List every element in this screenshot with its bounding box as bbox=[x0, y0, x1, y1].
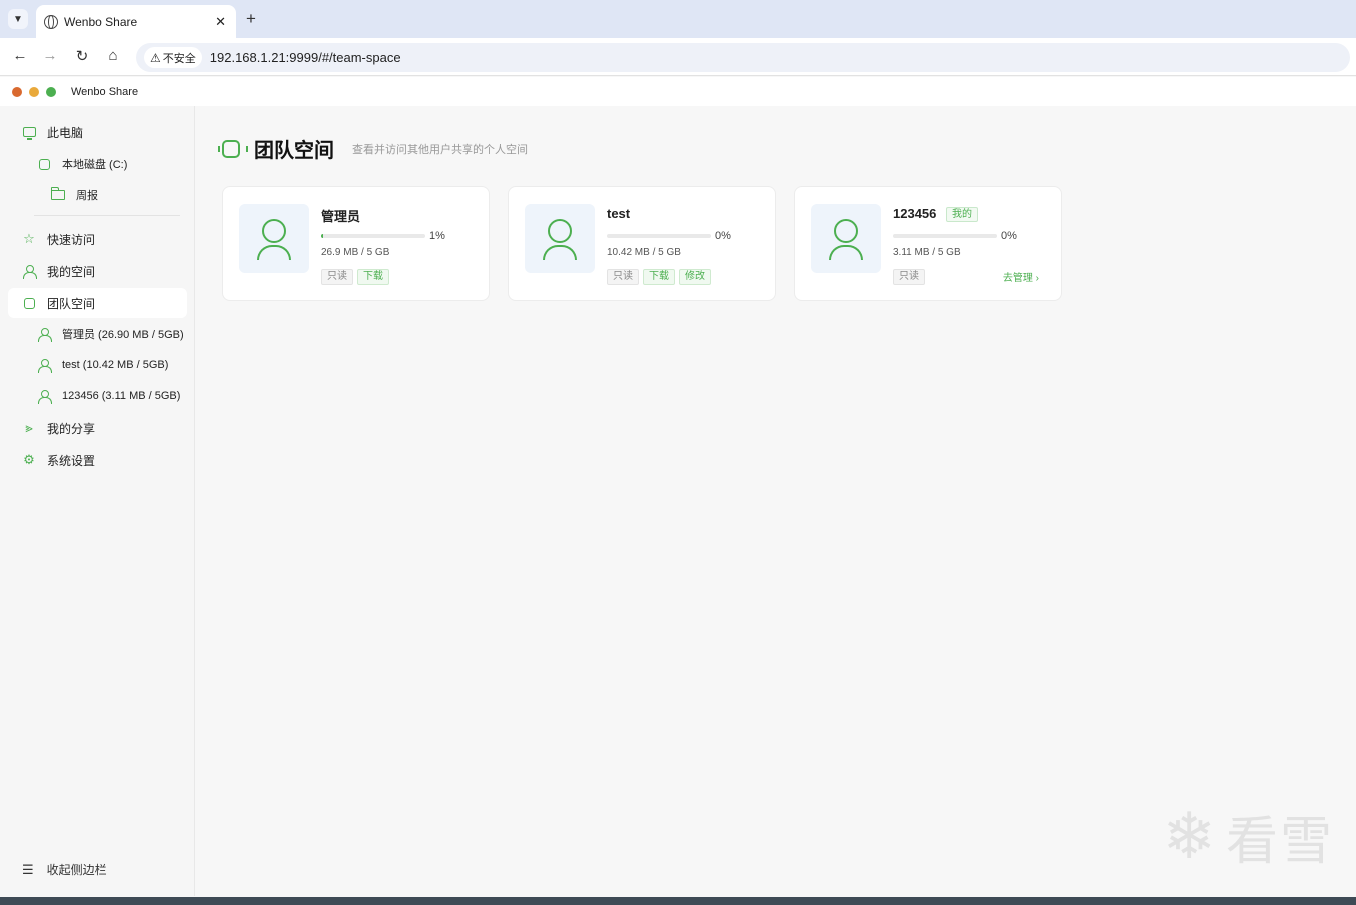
url-text[interactable]: 192.168.1.21:9999/#/team-space bbox=[210, 50, 401, 65]
insecure-label: 不安全 bbox=[162, 52, 196, 65]
tab-list-chevron-icon[interactable]: ▼ bbox=[8, 9, 28, 29]
back-arrow-icon[interactable]: ← bbox=[10, 47, 30, 64]
sidebar-item-team-space[interactable]: 团队空间 bbox=[8, 288, 187, 318]
permission-tag: 只读 bbox=[321, 269, 353, 285]
sidebar-item-label: test (10.42 MB / 5GB) bbox=[62, 359, 169, 371]
page-title: 团队空间 bbox=[254, 140, 334, 162]
permission-tags: 只读 下载 bbox=[321, 269, 393, 285]
usage-percent: 0% bbox=[715, 230, 731, 242]
sidebar-item-team-user[interactable]: test (10.42 MB / 5GB) bbox=[37, 350, 216, 380]
new-tab-button[interactable]: + bbox=[246, 9, 256, 29]
user-icon bbox=[37, 327, 52, 342]
sidebar-divider bbox=[34, 215, 180, 216]
disk-chip-icon bbox=[37, 157, 51, 171]
permission-tags: 只读 下载 修改 bbox=[607, 269, 715, 285]
usage-size: 10.42 MB / 5 GB bbox=[607, 247, 681, 258]
collapse-label: 收起侧边栏 bbox=[46, 863, 107, 877]
sidebar-item-label: 123456 (3.11 MB / 5GB) bbox=[62, 390, 181, 402]
usage-progress-bar bbox=[321, 234, 425, 238]
sidebar-item-my-space[interactable]: 我的空间 bbox=[22, 256, 201, 286]
browser-tabbar: ▼ Wenbo Share ✕ + bbox=[0, 0, 1356, 38]
sidebar-item-label: 我的分享 bbox=[47, 421, 96, 436]
usage-percent: 0% bbox=[1001, 230, 1017, 242]
app-title: Wenbo Share bbox=[71, 85, 139, 98]
permission-tags: 只读 bbox=[893, 269, 929, 285]
app-titlebar: Wenbo Share bbox=[0, 77, 1356, 106]
snowflake-logo-icon: ❄ bbox=[1162, 800, 1216, 872]
user-avatar-icon bbox=[239, 204, 309, 273]
user-space-card[interactable]: test 0% 10.42 MB / 5 GB 只读 下载 修改 bbox=[508, 186, 776, 301]
tab-close-icon[interactable]: ✕ bbox=[215, 14, 226, 30]
page-subtitle: 查看并访问其他用户共享的个人空间 bbox=[352, 143, 528, 156]
browser-tab[interactable]: Wenbo Share ✕ bbox=[36, 5, 236, 38]
permission-tag: 只读 bbox=[893, 269, 925, 285]
sidebar-item-this-pc[interactable]: 此电脑 bbox=[22, 117, 201, 147]
monitor-icon bbox=[22, 125, 36, 140]
sidebar-item-label: 本地磁盘 (C:) bbox=[62, 159, 128, 171]
sidebar-item-my-share[interactable]: ⪢ 我的分享 bbox=[22, 413, 201, 443]
manage-link[interactable]: 去管理 › bbox=[1003, 269, 1039, 284]
usage-size: 26.9 MB / 5 GB bbox=[321, 247, 390, 258]
user-space-card[interactable]: 管理员 1% 26.9 MB / 5 GB 只读 下载 bbox=[222, 186, 490, 301]
user-space-card[interactable]: 123456 我的 0% 3.11 MB / 5 GB 只读 去管理 › bbox=[794, 186, 1062, 301]
warning-icon: ⚠ bbox=[150, 50, 161, 65]
sidebar-item-label: 团队空间 bbox=[47, 296, 96, 311]
forward-arrow-icon[interactable]: → bbox=[40, 47, 60, 64]
sidebar-item-settings[interactable]: ⚙ 系统设置 bbox=[22, 445, 201, 475]
sidebar-item-label: 周报 bbox=[76, 190, 98, 202]
menu-collapse-icon: ☰ bbox=[22, 861, 34, 877]
mine-badge: 我的 bbox=[946, 207, 978, 222]
sidebar-item-team-user[interactable]: 管理员 (26.90 MB / 5GB) bbox=[37, 319, 216, 349]
gear-icon: ⚙ bbox=[23, 452, 35, 467]
browser-toolbar: ← → ↻ ⌂ ⚠ 不安全 192.168.1.21:9999/#/team-s… bbox=[0, 38, 1356, 76]
watermark: ❄ 看雪 bbox=[1162, 799, 1334, 874]
team-chip-icon bbox=[218, 139, 248, 158]
page-header: 团队空间 查看并访问其他用户共享的个人空间 bbox=[218, 134, 528, 163]
sidebar-item-quick-access[interactable]: ☆ 快速访问 bbox=[22, 224, 201, 254]
user-icon bbox=[37, 358, 52, 373]
globe-icon bbox=[44, 14, 58, 29]
usage-progress-fill bbox=[321, 234, 324, 238]
team-chip-icon bbox=[22, 296, 36, 310]
tab-title: Wenbo Share bbox=[64, 14, 138, 29]
user-avatar-icon bbox=[525, 204, 595, 273]
usage-progress-bar bbox=[893, 234, 997, 238]
sidebar-item-label: 系统设置 bbox=[47, 453, 96, 468]
folder-icon bbox=[51, 187, 65, 202]
sidebar-item-local-disk[interactable]: 本地磁盘 (C:) bbox=[37, 149, 216, 179]
collapse-sidebar-button[interactable]: ☰ 收起侧边栏 bbox=[22, 861, 107, 878]
usage-percent: 1% bbox=[429, 230, 445, 242]
sidebar-item-label: 快速访问 bbox=[47, 232, 96, 247]
share-icon: ⪢ bbox=[25, 420, 33, 435]
user-name: 管理员 bbox=[321, 209, 361, 224]
user-icon bbox=[37, 389, 52, 404]
permission-tag: 下载 bbox=[357, 269, 389, 285]
window-minimize-dot[interactable] bbox=[29, 86, 39, 97]
user-name: test bbox=[607, 206, 631, 221]
taskbar-edge bbox=[0, 897, 1356, 905]
permission-tag: 修改 bbox=[679, 269, 711, 285]
reload-icon[interactable]: ↻ bbox=[72, 47, 92, 65]
permission-tag: 只读 bbox=[607, 269, 639, 285]
window-close-dot[interactable] bbox=[12, 86, 22, 97]
sidebar: 此电脑 本地磁盘 (C:) 周报 ☆ 快速访问 我的空间 团队空间 管理员 (2… bbox=[0, 106, 195, 896]
user-name: 123456 bbox=[893, 206, 937, 221]
sidebar-item-label: 管理员 (26.90 MB / 5GB) bbox=[62, 329, 184, 341]
main-content: 团队空间 查看并访问其他用户共享的个人空间 管理员 1% 26.9 MB / 5… bbox=[195, 106, 1356, 896]
user-icon bbox=[22, 264, 37, 279]
home-icon[interactable]: ⌂ bbox=[103, 47, 123, 64]
sidebar-item-label: 我的空间 bbox=[47, 264, 96, 279]
address-bar[interactable]: ⚠ 不安全 192.168.1.21:9999/#/team-space bbox=[136, 43, 1350, 72]
window-maximize-dot[interactable] bbox=[46, 86, 56, 97]
usage-size: 3.11 MB / 5 GB bbox=[893, 247, 961, 258]
site-info-badge[interactable]: ⚠ 不安全 bbox=[144, 47, 202, 68]
usage-progress-bar bbox=[607, 234, 711, 238]
permission-tag: 下载 bbox=[643, 269, 675, 285]
sidebar-item-label: 此电脑 bbox=[47, 125, 84, 140]
star-icon: ☆ bbox=[23, 231, 35, 246]
watermark-text: 看雪 bbox=[1225, 813, 1334, 871]
sidebar-item-team-user[interactable]: 123456 (3.11 MB / 5GB) bbox=[37, 381, 216, 411]
user-avatar-icon bbox=[811, 204, 881, 273]
